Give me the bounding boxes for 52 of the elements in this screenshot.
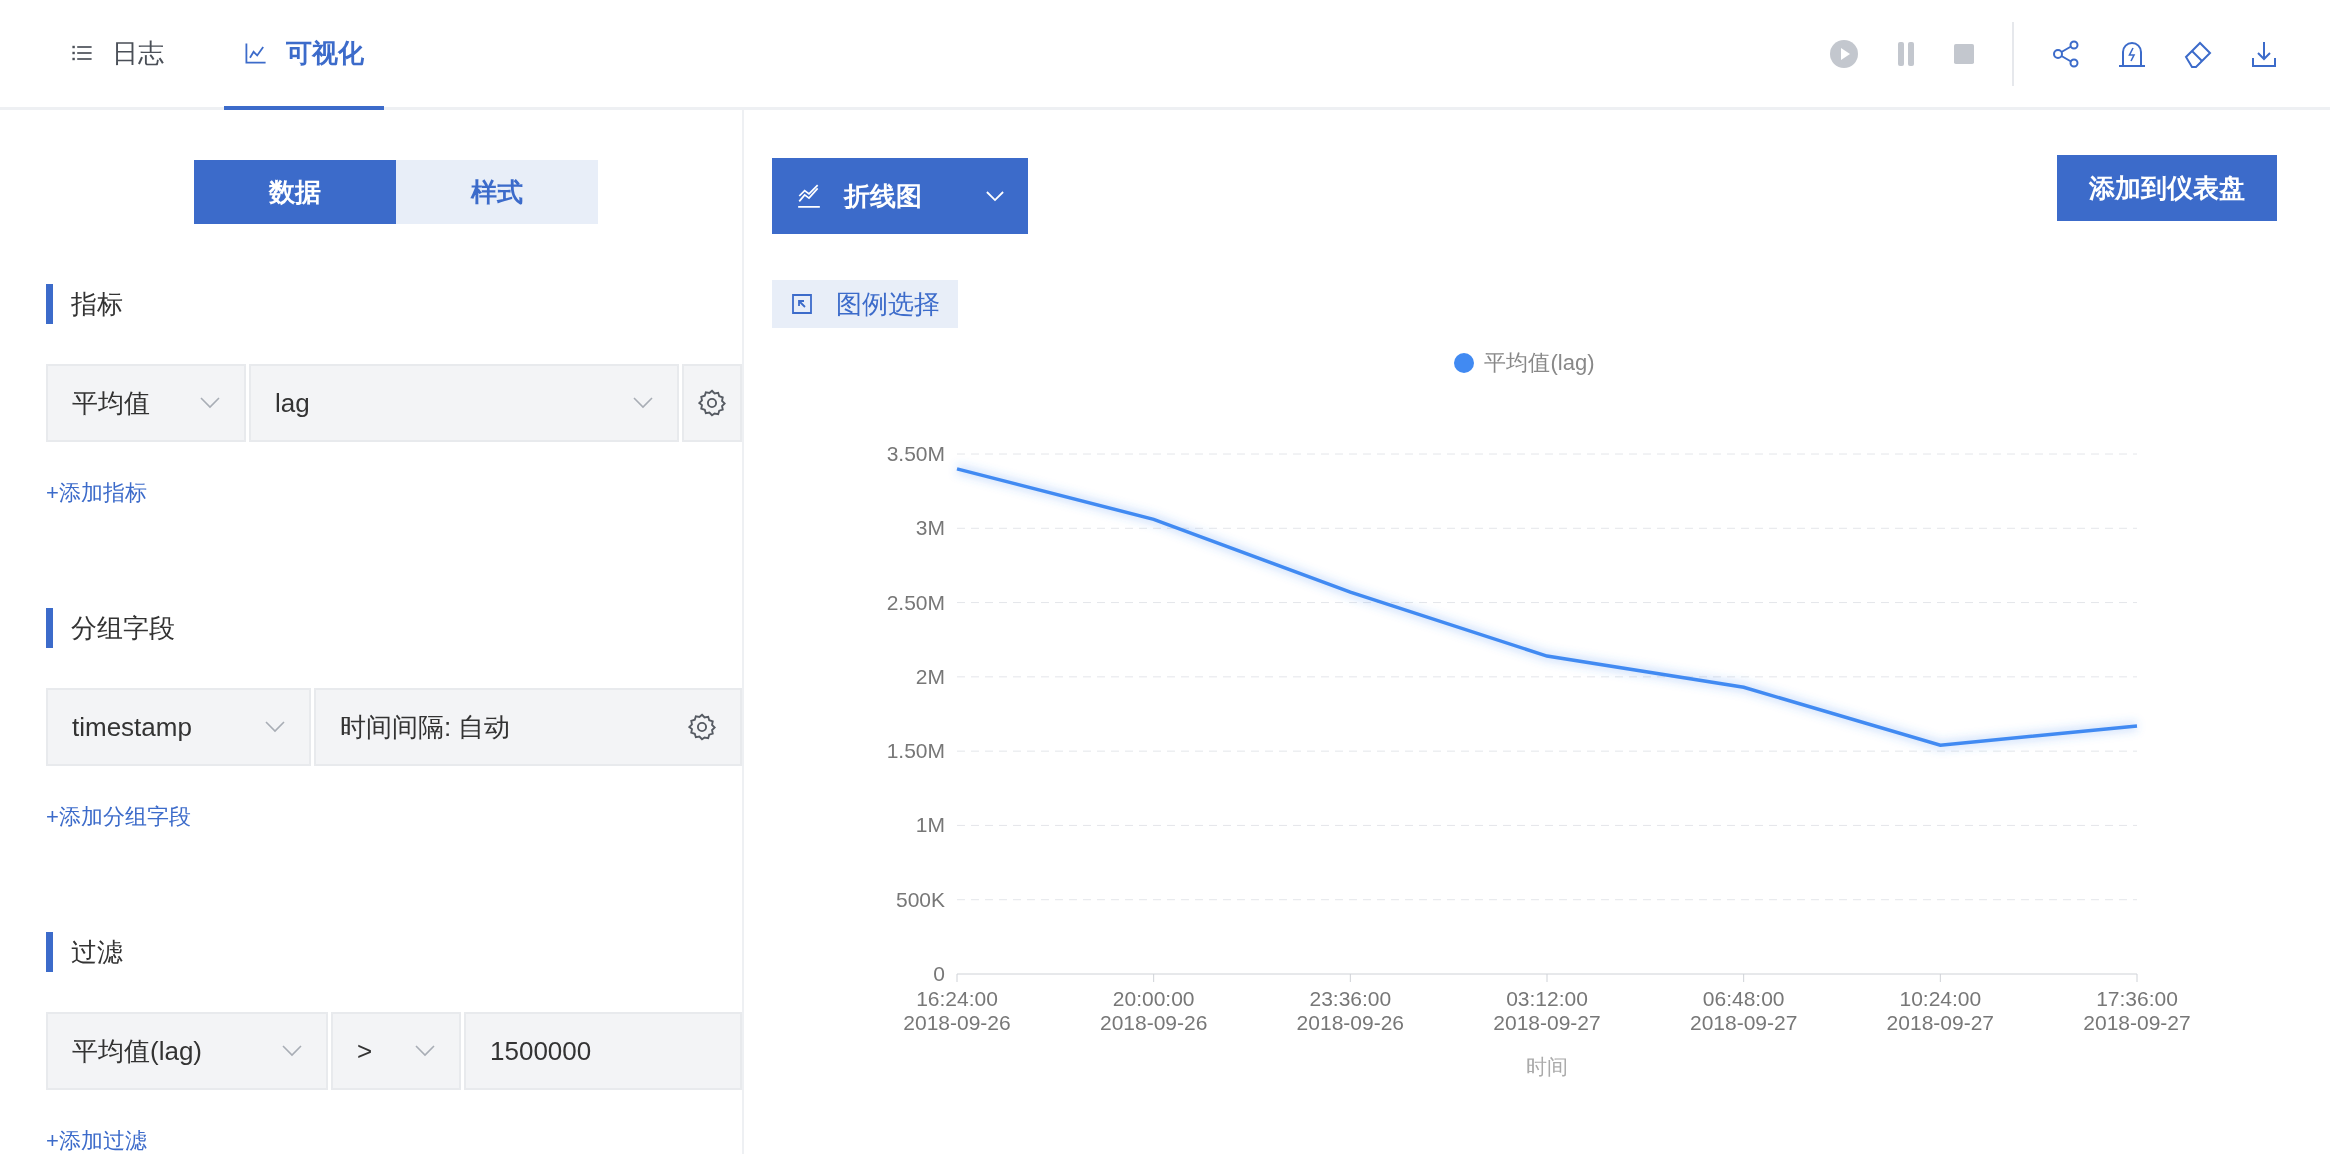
select-field[interactable]: lag — [249, 364, 679, 442]
y-tick-label: 2M — [915, 664, 945, 688]
settings-icon[interactable] — [688, 713, 716, 741]
select-field[interactable]: > — [331, 1012, 461, 1090]
section-heading: 过滤 — [46, 932, 742, 972]
x-tick-label: 10:24:00 2018-09-27 — [1886, 987, 1995, 1034]
tab[interactable]: 日志 — [50, 0, 184, 110]
chevron-down-icon — [265, 721, 285, 733]
x-tick-label: 03:12:00 2018-09-27 — [1493, 987, 1601, 1034]
line-chart-icon — [796, 183, 822, 209]
eraser-icon[interactable] — [2184, 39, 2212, 68]
share-icon[interactable] — [2052, 39, 2080, 68]
y-tick-label: 3.50M — [886, 442, 945, 465]
download-icon[interactable] — [2250, 39, 2278, 68]
y-tick-label: 2.50M — [886, 590, 945, 614]
segment-tab[interactable]: 数据 — [194, 160, 396, 224]
select-field[interactable]: 平均值 — [46, 364, 246, 442]
segment-tab[interactable]: 样式 — [396, 160, 598, 224]
chevron-down-icon — [986, 190, 1004, 202]
add-link[interactable]: +添加过滤 — [46, 1126, 147, 1154]
add-link[interactable]: +添加分组字段 — [46, 802, 191, 832]
y-tick-label: 1.50M — [886, 739, 945, 763]
chevron-down-icon — [633, 397, 653, 409]
x-tick-label: 06:48:00 2018-09-27 — [1689, 987, 1798, 1034]
chevron-down-icon — [282, 1045, 302, 1057]
settings-icon — [698, 389, 726, 417]
x-axis-title: 时间 — [1526, 1055, 1568, 1078]
y-tick-label: 0 — [933, 962, 945, 985]
add-link[interactable]: +添加指标 — [46, 478, 147, 508]
y-tick-label: 1M — [915, 813, 945, 837]
interval-field[interactable]: 时间间隔: 自动 — [314, 688, 742, 766]
x-tick-label: 17:36:00 2018-09-27 — [2083, 987, 2191, 1034]
settings-button[interactable] — [682, 364, 742, 442]
x-tick-label: 20:00:00 2018-09-26 — [1099, 987, 1208, 1034]
value-input[interactable]: 1500000 — [464, 1012, 742, 1090]
select-field[interactable]: 平均值(lag) — [46, 1012, 328, 1090]
chevron-down-icon — [200, 397, 220, 409]
y-tick-label: 3M — [915, 516, 945, 540]
chart-type-dropdown[interactable]: 折线图 — [772, 158, 1028, 234]
chevron-down-icon — [415, 1045, 435, 1057]
section-heading: 指标 — [46, 284, 742, 324]
tab[interactable]: 可视化 — [224, 0, 384, 110]
section-heading: 分组字段 — [46, 608, 742, 648]
x-tick-label: 16:24:00 2018-09-26 — [903, 987, 1011, 1034]
legend-select-button[interactable]: 图例选择 — [772, 280, 958, 328]
add-to-dashboard-button[interactable]: 添加到仪表盘 — [2057, 155, 2277, 221]
y-tick-label: 500K — [895, 887, 945, 911]
line-chart-icon — [244, 41, 268, 65]
x-tick-label: 23:36:00 2018-09-26 — [1296, 987, 1405, 1034]
legend-label[interactable]: 平均值(lag) — [1484, 348, 1595, 378]
alarm-light-icon[interactable] — [2118, 39, 2146, 68]
select-field[interactable]: timestamp — [46, 688, 311, 766]
